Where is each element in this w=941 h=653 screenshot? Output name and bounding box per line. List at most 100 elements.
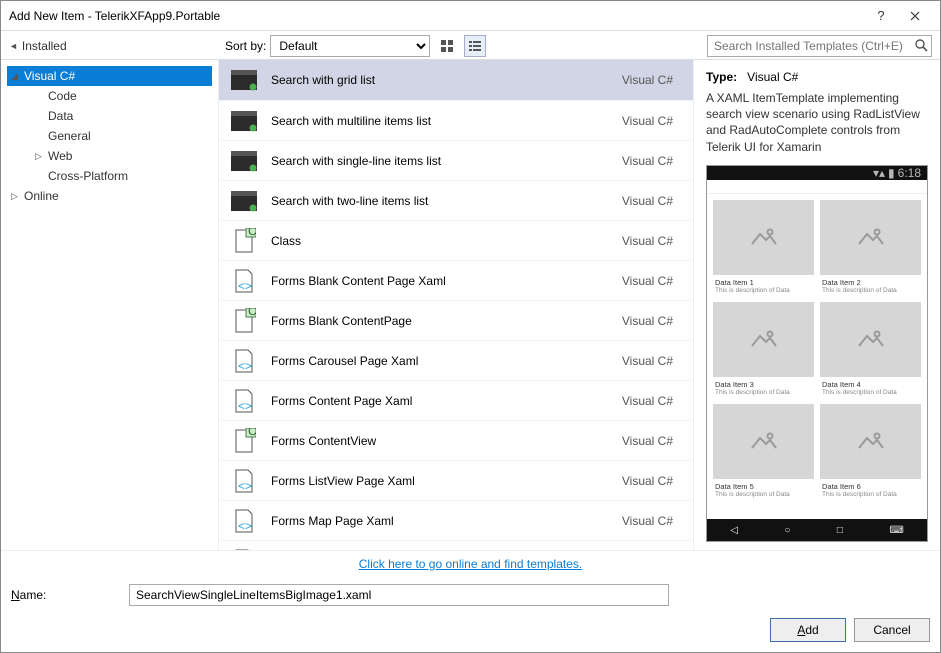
template-name: Forms Carousel Page Xaml [271, 354, 610, 368]
tree-item-online[interactable]: ▷ Online [7, 186, 212, 206]
help-button[interactable]: ? [864, 3, 898, 29]
caret-right-icon: ▷ [35, 151, 45, 162]
template-item[interactable]: Search with multiline items listVisual C… [219, 100, 693, 140]
preview-card-title: Data Item 2 [820, 275, 921, 287]
template-name: Class [271, 234, 610, 248]
template-item[interactable]: C#Forms ContentViewVisual C# [219, 420, 693, 460]
online-templates-link-row: Click here to go online and find templat… [1, 550, 940, 576]
template-icon: <> [229, 268, 259, 294]
template-language: Visual C# [622, 73, 679, 87]
info-panel: Type: Visual C# A XAML ItemTemplate impl… [694, 60, 940, 550]
name-input[interactable] [129, 584, 669, 606]
name-label: Name: [11, 588, 121, 602]
tree-label: General [48, 129, 91, 143]
name-row: Name: [1, 576, 940, 614]
template-name: Forms Blank ContentPage [271, 314, 610, 328]
categories-header[interactable]: ◄ Installed [9, 39, 219, 53]
template-language: Visual C# [622, 154, 679, 168]
preview-grid: Data Item 1This is description of DataDa… [707, 194, 927, 519]
template-icon [229, 67, 259, 93]
tree-item-cross-platform[interactable]: Cross-Platform [23, 166, 212, 186]
preview-card-title: Data Item 6 [820, 479, 921, 491]
svg-text:<>: <> [238, 279, 252, 293]
search-input[interactable] [707, 35, 932, 57]
preview-thumb [820, 404, 921, 479]
tree-item-visual-csharp[interactable]: ◢ Visual C# [7, 66, 212, 86]
preview-card-title: Data Item 4 [820, 377, 921, 389]
window-title: Add New Item - TelerikXFApp9.Portable [9, 9, 864, 23]
info-description: A XAML ItemTemplate implementing search … [706, 90, 928, 155]
template-item[interactable]: Search with two-line items listVisual C# [219, 180, 693, 220]
template-icon [229, 148, 259, 174]
tree-item-general[interactable]: General [23, 126, 212, 146]
nav-back-icon: ◁ [730, 525, 738, 536]
svg-text:<>: <> [238, 399, 252, 413]
preview-card-desc: This is description of Data [820, 287, 921, 296]
template-name: Forms Map Page Xaml [271, 514, 610, 528]
template-language: Visual C# [622, 274, 679, 288]
preview-thumb [713, 404, 814, 479]
template-name: Search with single-line items list [271, 154, 610, 168]
tree-item-web[interactable]: ▷Web [23, 146, 212, 166]
template-icon: <> [229, 508, 259, 534]
nav-home-icon: ○ [784, 525, 790, 536]
tree-label: Online [24, 189, 59, 203]
categories-header-label: Installed [22, 39, 67, 53]
template-item[interactable]: <>Forms ListView Page XamlVisual C# [219, 460, 693, 500]
template-item[interactable]: <>Forms Map Page XamlVisual C# [219, 500, 693, 540]
caret-down-icon: ◢ [11, 71, 21, 82]
tree-item-code[interactable]: Code [23, 86, 212, 106]
cancel-button[interactable]: Cancel [854, 618, 930, 642]
svg-text:C#: C# [248, 308, 256, 318]
preview-card: Data Item 5This is description of Data [713, 404, 814, 500]
template-item[interactable]: <>Forms Master Detail Page XamlVisual C# [219, 540, 693, 550]
preview-card-desc: This is description of Data [820, 389, 921, 398]
add-button[interactable]: Add [770, 618, 846, 642]
template-name: Forms Content Page Xaml [271, 394, 610, 408]
template-icon: C# [229, 228, 259, 254]
preview-thumb [713, 302, 814, 377]
preview-appbar [707, 180, 927, 194]
template-icon: C# [229, 428, 259, 454]
tree-label: Web [48, 149, 72, 163]
template-item[interactable]: <> Forms Carousel Page Xaml Visual C# [219, 340, 693, 380]
template-language: Visual C# [622, 114, 679, 128]
close-button[interactable] [898, 3, 932, 29]
template-name: Forms ContentView [271, 434, 610, 448]
template-language: Visual C# [622, 314, 679, 328]
sidebar: ◢ Visual C# CodeDataGeneral▷WebCross-Pla… [1, 60, 219, 550]
template-language: Visual C# [622, 354, 679, 368]
template-item[interactable]: Search with single-line items list Visual… [219, 140, 693, 180]
sort-label: Sort by: [225, 39, 266, 53]
main: ◢ Visual C# CodeDataGeneral▷WebCross-Pla… [1, 59, 940, 550]
view-list-button[interactable] [464, 35, 486, 57]
caret-right-icon: ▷ [11, 191, 21, 202]
view-grid-button[interactable] [436, 35, 458, 57]
preview-card-title: Data Item 3 [713, 377, 814, 389]
template-icon [229, 188, 259, 214]
template-item[interactable]: C#ClassVisual C# [219, 220, 693, 260]
tree-label: Code [48, 89, 77, 103]
preview-card: Data Item 4This is description of Data [820, 302, 921, 398]
preview-phone: ▾▴ ▮ 6:18 Data Item 1This is description… [706, 165, 928, 542]
template-item[interactable]: <>Forms Content Page XamlVisual C# [219, 380, 693, 420]
info-type-label: Type: [706, 70, 737, 84]
template-name: Forms Blank Content Page Xaml [271, 274, 610, 288]
template-item[interactable]: Search with grid listVisual C# [219, 60, 693, 100]
sort-select[interactable]: Default [270, 35, 430, 57]
search-icon[interactable] [914, 38, 928, 55]
template-item[interactable]: C# Forms Blank ContentPage Visual C# [219, 300, 693, 340]
preview-card-title: Data Item 5 [713, 479, 814, 491]
template-list[interactable]: Search with grid listVisual C#Search wit… [219, 60, 693, 550]
tree-item-data[interactable]: Data [23, 106, 212, 126]
svg-text:<>: <> [238, 479, 252, 493]
tree-label: Cross-Platform [48, 169, 128, 183]
template-language: Visual C# [622, 474, 679, 488]
preview-statusbar: ▾▴ ▮ 6:18 [707, 166, 927, 180]
svg-text:C#: C# [248, 228, 256, 238]
template-icon: <> [229, 348, 259, 374]
preview-thumb [820, 302, 921, 377]
online-templates-link[interactable]: Click here to go online and find templat… [359, 557, 582, 571]
preview-thumb [820, 200, 921, 275]
template-item[interactable]: <> Forms Blank Content Page Xaml Visual C# [219, 260, 693, 300]
